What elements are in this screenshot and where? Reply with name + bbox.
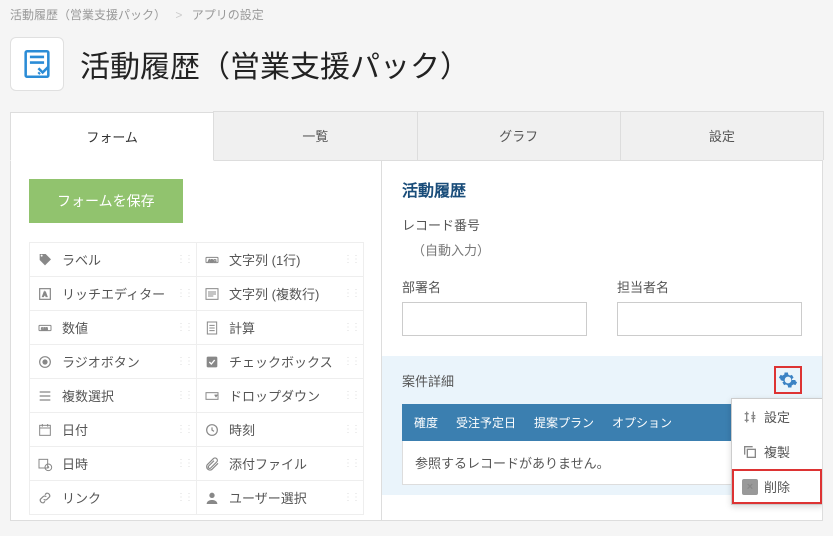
text1-icon: ABC bbox=[203, 251, 221, 269]
svg-text:ABC: ABC bbox=[208, 258, 216, 263]
field-picker-datetime[interactable]: 日時 bbox=[29, 446, 197, 481]
sub-section-title: 案件詳細 bbox=[402, 371, 454, 390]
field-picker-label: 文字列 (1行) bbox=[229, 250, 301, 269]
menu-settings[interactable]: 設定 bbox=[732, 399, 822, 434]
field-picker-drop[interactable]: ドロップダウン bbox=[196, 378, 364, 413]
tab-list[interactable]: 一覧 bbox=[213, 111, 417, 160]
record-number-label: レコード番号 bbox=[402, 215, 802, 234]
field-picker-label: ユーザー選択 bbox=[229, 488, 307, 507]
breadcrumb: 活動履歴（営業支援パック） > アプリの設定 bbox=[0, 0, 833, 29]
svg-text:123: 123 bbox=[41, 326, 48, 331]
field-picker-radio[interactable]: ラジオボタン bbox=[29, 344, 197, 379]
page-title: 活動履歴（営業支援パック） bbox=[80, 42, 470, 86]
field-picker-label: 時刻 bbox=[229, 420, 255, 439]
field-picker-label: リッチエディター bbox=[62, 284, 165, 303]
app-header: 活動履歴（営業支援パック） bbox=[0, 29, 833, 111]
multi-icon bbox=[36, 387, 54, 405]
textm-icon bbox=[203, 285, 221, 303]
col-confidence: 確度 bbox=[414, 414, 438, 431]
check-icon bbox=[203, 353, 221, 371]
field-picker-multi[interactable]: 複数選択 bbox=[29, 378, 197, 413]
breadcrumb-app[interactable]: 活動履歴（営業支援パック） bbox=[10, 8, 166, 22]
link-icon bbox=[36, 489, 54, 507]
dept-label: 部署名 bbox=[402, 277, 587, 296]
content: フォームを保存 ラベル ABC 文字列 (1行) A リッチエディター 文字列 (複数行)… bbox=[10, 161, 823, 521]
tab-graph[interactable]: グラフ bbox=[417, 111, 621, 160]
field-picker-label: 文字列 (複数行) bbox=[229, 284, 319, 303]
attach-icon bbox=[203, 455, 221, 473]
field-picker-date[interactable]: 日付 bbox=[29, 412, 197, 447]
field-picker-textm[interactable]: 文字列 (複数行) bbox=[196, 276, 364, 311]
field-picker-label: 添付ファイル bbox=[229, 454, 307, 473]
field-picker-tag[interactable]: ラベル bbox=[29, 242, 197, 277]
dept-field[interactable] bbox=[402, 302, 587, 336]
col-order-date: 受注予定日 bbox=[456, 414, 516, 431]
datetime-icon bbox=[36, 455, 54, 473]
field-picker-label: 日時 bbox=[62, 454, 88, 473]
menu-delete-label: 削除 bbox=[764, 477, 790, 496]
field-picker-label: 計算 bbox=[229, 318, 255, 337]
field-picker-label: リンク bbox=[62, 488, 101, 507]
date-icon bbox=[36, 421, 54, 439]
breadcrumb-sep: > bbox=[175, 8, 182, 22]
field-dropdown: 設定 複製 × 削除 bbox=[731, 398, 822, 505]
field-picker-label: 数値 bbox=[62, 318, 88, 337]
num-icon: 123 bbox=[36, 319, 54, 337]
field-picker-time[interactable]: 時刻 bbox=[196, 412, 364, 447]
field-picker-link[interactable]: リンク bbox=[29, 480, 197, 515]
section-title: 活動履歴 bbox=[402, 177, 802, 201]
field-picker-check[interactable]: チェックボックス bbox=[196, 344, 364, 379]
person-label: 担当者名 bbox=[617, 277, 802, 296]
save-form-button[interactable]: フォームを保存 bbox=[29, 179, 183, 223]
field-picker-num[interactable]: 123 数値 bbox=[29, 310, 197, 345]
drop-icon bbox=[203, 387, 221, 405]
field-picker-user[interactable]: ユーザー選択 bbox=[196, 480, 364, 515]
person-field[interactable] bbox=[617, 302, 802, 336]
field-picker-label: 複数選択 bbox=[62, 386, 114, 405]
menu-duplicate[interactable]: 複製 bbox=[732, 434, 822, 469]
menu-settings-label: 設定 bbox=[764, 407, 790, 426]
user-icon bbox=[203, 489, 221, 507]
field-picker-calc[interactable]: 計算 bbox=[196, 310, 364, 345]
field-picker-attach[interactable]: 添付ファイル bbox=[196, 446, 364, 481]
field-picker-text1[interactable]: ABC 文字列 (1行) bbox=[196, 242, 364, 277]
tag-icon bbox=[36, 251, 54, 269]
col-option: オプション bbox=[612, 414, 672, 431]
svg-text:A: A bbox=[42, 291, 47, 298]
field-palette: ラベル ABC 文字列 (1行) A リッチエディター 文字列 (複数行) 123 数値 計算ラ… bbox=[29, 243, 363, 515]
tab-form[interactable]: フォーム bbox=[10, 112, 214, 161]
col-plan: 提案プラン bbox=[534, 414, 594, 431]
field-picker-label: 日付 bbox=[62, 420, 88, 439]
form-canvas: 活動履歴 レコード番号 （自動入力） 部署名 担当者名 案件詳細 bbox=[381, 161, 822, 520]
menu-delete[interactable]: × 削除 bbox=[732, 469, 822, 504]
rich-icon: A bbox=[36, 285, 54, 303]
left-panel: フォームを保存 ラベル ABC 文字列 (1行) A リッチエディター 文字列 (複数行)… bbox=[11, 161, 381, 520]
field-picker-label: ラジオボタン bbox=[62, 352, 140, 371]
menu-duplicate-label: 複製 bbox=[764, 442, 790, 461]
calc-icon bbox=[203, 319, 221, 337]
time-icon bbox=[203, 421, 221, 439]
gear-icon[interactable] bbox=[778, 370, 798, 390]
field-picker-label: チェックボックス bbox=[229, 352, 333, 371]
close-icon: × bbox=[742, 479, 758, 495]
app-icon bbox=[10, 37, 64, 91]
record-number-value: （自動入力） bbox=[402, 240, 802, 259]
field-picker-label: ドロップダウン bbox=[229, 386, 320, 405]
gear-highlight bbox=[774, 366, 802, 394]
radio-icon bbox=[36, 353, 54, 371]
field-picker-label: ラベル bbox=[62, 250, 101, 269]
tab-settings[interactable]: 設定 bbox=[620, 111, 824, 160]
breadcrumb-page: アプリの設定 bbox=[192, 8, 264, 22]
field-picker-rich[interactable]: A リッチエディター bbox=[29, 276, 197, 311]
sub-section: 案件詳細 確度 受注予定日 提案プラン オプション 参照するレコードがありません… bbox=[382, 356, 822, 495]
tabs: フォーム 一覧 グラフ 設定 bbox=[10, 111, 823, 161]
